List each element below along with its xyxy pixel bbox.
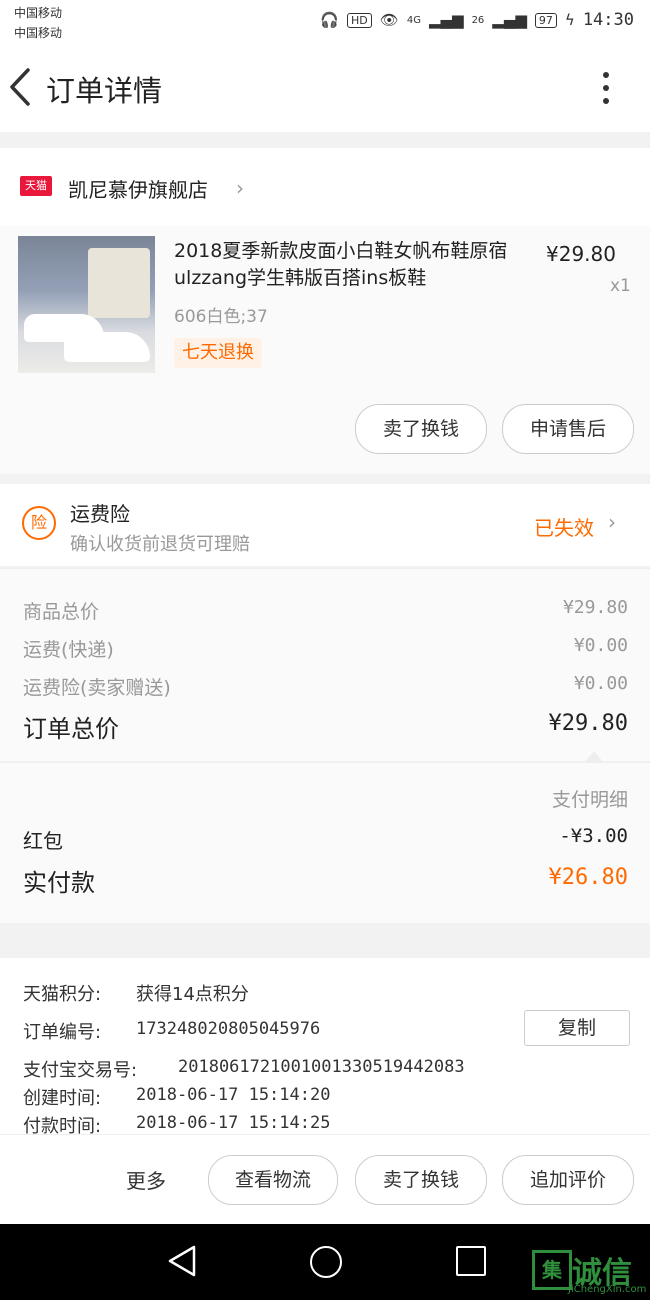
charging-icon: ϟ [564,11,575,29]
goods-total-value: ¥29.80 [562,597,628,618]
tmall-badge: 天猫 [20,176,52,196]
signal-icon-2: ▂▄▆ [492,11,527,29]
back-icon[interactable] [6,64,46,110]
shipping-label: 运费(快递) [23,639,114,661]
bottom-action-bar: 更多 查看物流 卖了换钱 追加评价 [0,1134,650,1225]
network-26-label: 26 [471,14,485,26]
product-title[interactable]: 2018夏季新款皮面小白鞋女帆布鞋原宿ulzzang学生韩版百搭ins板鞋 [174,238,524,292]
chevron-right-icon: › [236,176,244,200]
hd-icon: HD [347,12,372,28]
insurance-subtitle: 确认收货前退货可理赔 [70,534,250,555]
shop-name: 凯尼慕伊旗舰店 [68,178,208,202]
insurance-status: 已失效 [534,516,594,540]
return-policy-tag: 七天退换 [174,338,262,368]
clock: 14:30 [582,10,634,30]
status-icons: 🎧 HD 👁 4G ▂▄▆ 26 ▂▄▆ 97 ϟ 14:30 [320,10,634,30]
insurance-icon: 险 [22,506,56,540]
product-sku: 606白色;37 [174,307,268,327]
alipay-number-value: 2018061721001001330519442083 [178,1057,465,1077]
status-bar: 中国移动 中国移动 🎧 HD 👁 4G ▂▄▆ 26 ▂▄▆ 97 ϟ 14:3… [0,0,650,46]
app-header: 订单详情 [0,46,650,132]
watermark-url: JiChengXin.com [568,1284,647,1295]
view-logistics-button[interactable]: 查看物流 [208,1155,338,1205]
shipping-value: ¥0.00 [573,635,628,656]
nav-recent-apps-icon[interactable] [456,1246,486,1276]
product-quantity: x1 [610,276,631,296]
insurance-title: 运费险 [70,502,130,526]
insurance-fee-label: 运费险(卖家赠送) [23,677,171,699]
red-packet-value: -¥3.00 [559,825,628,847]
created-time-label: 创建时间: [23,1088,102,1109]
battery-icon: 97 [534,12,557,28]
more-vertical-icon[interactable] [592,68,622,108]
red-packet-label: 红包 [23,829,63,853]
caret-up-icon [584,751,604,763]
payment-details: 支付明细 红包 -¥3.00 实付款 ¥26.80 [0,751,650,923]
sell-swap-button[interactable]: 卖了换钱 [355,404,487,454]
carrier-label-2: 中国移动 [14,26,63,40]
network-4g-label: 4G [406,14,421,26]
signal-icon: ▂▄▆ [428,11,464,29]
insurance-fee-value: ¥0.00 [573,673,628,694]
sell-swap-button-bottom[interactable]: 卖了换钱 [355,1155,487,1205]
copy-button[interactable]: 复制 [524,1010,630,1046]
created-time-value: 2018-06-17 15:14:20 [136,1085,331,1105]
headphones-icon: 🎧 [320,11,340,29]
actual-paid-value: ¥26.80 [548,865,628,890]
chevron-right-icon: › [608,510,616,534]
page-title: 订单详情 [46,74,163,108]
order-info: 天猫积分: 获得14点积分 订单编号: 173248020805045976 复… [0,958,650,1137]
system-nav-bar: 集 诚信 JiChengXin.com [0,1224,650,1300]
nav-home-icon[interactable] [310,1246,342,1278]
goods-total-label: 商品总价 [23,601,100,623]
nav-back-icon[interactable] [166,1244,198,1282]
shop-row[interactable]: 天猫 凯尼慕伊旗舰店 › [0,148,650,226]
carrier-label-1: 中国移动 [14,6,63,20]
shipping-insurance-row[interactable]: 险 运费险 确认收货前退货可理赔 已失效 › [0,484,650,566]
order-total-value: ¥29.80 [548,711,628,736]
price-summary: 商品总价 ¥29.80 运费(快递) ¥0.00 运费险(卖家赠送) ¥0.00… [0,568,650,761]
alipay-number-label: 支付宝交易号: [23,1060,138,1081]
order-item-card: 天猫 凯尼慕伊旗舰店 › 2018夏季新款皮面小白鞋女帆布鞋原宿ulzzang学… [0,148,650,474]
points-label: 天猫积分: [23,984,102,1005]
order-number-value: 173248020805045976 [136,1019,321,1039]
order-total-label: 订单总价 [23,715,119,743]
more-button[interactable]: 更多 [126,1165,166,1194]
actual-paid-label: 实付款 [23,869,95,897]
order-number-label: 订单编号: [23,1022,102,1043]
add-review-button[interactable]: 追加评价 [502,1155,634,1205]
product-price: ¥29.80 [546,242,616,266]
eye-icon: 👁 [379,11,399,29]
watermark-logo: 集 诚信 JiChengXin.com [532,1250,647,1298]
points-value: 获得14点积分 [136,984,249,1005]
watermark-icon: 集 [532,1250,572,1290]
product-image[interactable] [18,236,155,373]
after-sale-button[interactable]: 申请售后 [502,404,634,454]
paid-time-value: 2018-06-17 15:14:25 [136,1113,331,1133]
payment-detail-toggle[interactable]: 支付明细 [552,785,628,812]
